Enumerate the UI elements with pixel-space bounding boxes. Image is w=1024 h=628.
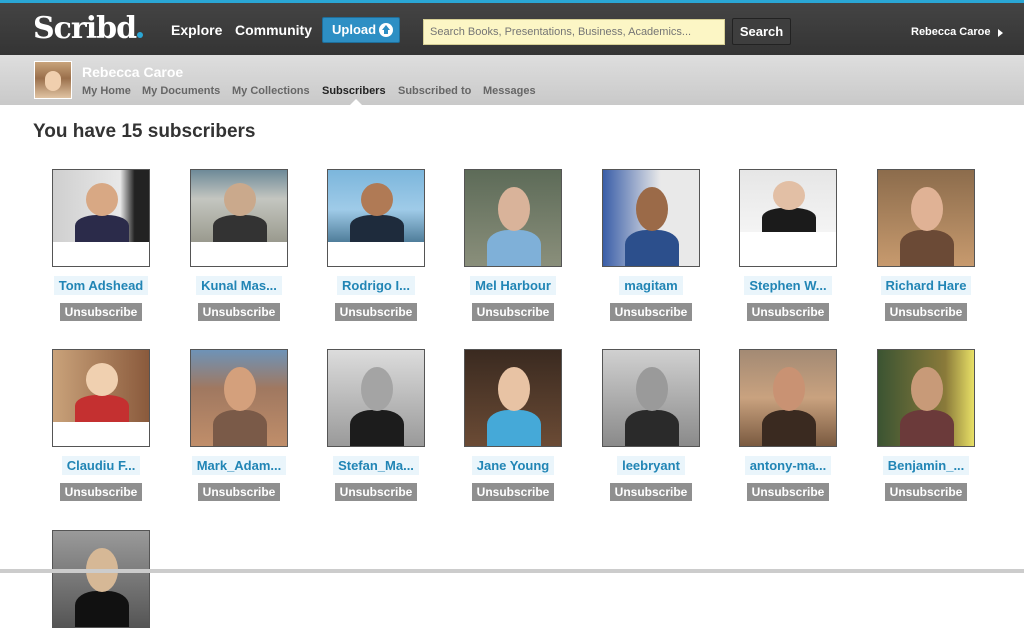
subscriber-name-wrap: magitam [584,276,718,295]
subscriber-name-wrap: antony-ma... [721,456,855,475]
unsubscribe-wrap: Unsubscribe [584,483,718,501]
subscriber-photo[interactable] [190,169,288,267]
subscriber-name-link[interactable]: Stephen W... [744,276,832,295]
profile-name[interactable]: Rebecca Caroe [82,64,183,80]
unsubscribe-wrap: Unsubscribe [721,303,855,321]
tab-my-home[interactable]: My Home [82,85,131,97]
unsubscribe-button[interactable]: Unsubscribe [59,303,143,321]
subscriber-name-link[interactable]: magitam [619,276,683,295]
unsubscribe-wrap: Unsubscribe [446,303,580,321]
unsubscribe-wrap: Unsubscribe [859,483,993,501]
subscriber-photo[interactable] [877,169,975,267]
unsubscribe-button[interactable]: Unsubscribe [197,303,281,321]
subscriber-name-link[interactable]: Jane Young [471,456,555,475]
unsubscribe-wrap: Unsubscribe [446,483,580,501]
subscriber-name-wrap: Claudiu F... [34,456,168,475]
subscriber-name-wrap: Stephen W... [721,276,855,295]
unsubscribe-wrap: Unsubscribe [34,483,168,501]
unsubscribe-button[interactable]: Unsubscribe [471,483,555,501]
subscriber-photo[interactable] [739,349,837,447]
subscriber-photo[interactable] [602,349,700,447]
page-bottom-edge [0,569,1024,573]
tab-my-collections[interactable]: My Collections [232,85,310,97]
user-menu[interactable]: Rebecca Caroe [911,26,991,38]
unsubscribe-wrap: Unsubscribe [34,303,168,321]
tab-my-documents[interactable]: My Documents [142,85,220,97]
unsubscribe-wrap: Unsubscribe [309,483,443,501]
subscriber-name-link[interactable]: Stefan_Ma... [333,456,419,475]
top-navigation-bar: Scribd Explore Community Upload Search R… [0,0,1024,55]
subscriber-name-wrap: Jane Young [446,456,580,475]
subscriber-name-link[interactable]: Benjamin_... [882,456,970,475]
subscriber-name-wrap: Richard Hare [859,276,993,295]
subscriber-name-link[interactable]: Mel Harbour [470,276,556,295]
subscriber-name-link[interactable]: antony-ma... [744,456,832,475]
subscriber-photo[interactable] [877,349,975,447]
subscriber-photo[interactable] [602,169,700,267]
upload-label: Upload [332,22,377,37]
avatar[interactable] [34,61,72,99]
unsubscribe-button[interactable]: Unsubscribe [746,303,830,321]
subscriber-name-wrap: Mel Harbour [446,276,580,295]
search-input[interactable] [423,19,725,45]
unsubscribe-button[interactable]: Unsubscribe [884,483,968,501]
unsubscribe-wrap: Unsubscribe [309,303,443,321]
unsubscribe-button[interactable]: Unsubscribe [746,483,830,501]
unsubscribe-button[interactable]: Unsubscribe [334,303,418,321]
chevron-right-icon[interactable] [998,29,1003,37]
subscriber-name-wrap: Kunal Mas... [172,276,306,295]
subscriber-name-link[interactable]: Rodrigo I... [337,276,415,295]
unsubscribe-wrap: Unsubscribe [584,303,718,321]
subscriber-name-link[interactable]: Tom Adshead [53,276,149,295]
subscriber-name-link[interactable]: Claudiu F... [61,456,141,475]
subscriber-name-wrap: leebryant [584,456,718,475]
subscriber-name-wrap: Stefan_Ma... [309,456,443,475]
unsubscribe-wrap: Unsubscribe [172,303,306,321]
tab-subscribers[interactable]: Subscribers [322,85,386,97]
subscriber-photo[interactable] [52,530,150,628]
search-button[interactable]: Search [732,18,791,45]
upload-button[interactable]: Upload [322,17,400,43]
unsubscribe-button[interactable]: Unsubscribe [334,483,418,501]
tab-messages[interactable]: Messages [483,85,536,97]
unsubscribe-button[interactable]: Unsubscribe [471,303,555,321]
profile-bar: Rebecca Caroe My Home My Documents My Co… [0,55,1024,105]
unsubscribe-wrap: Unsubscribe [172,483,306,501]
subscriber-name-wrap: Rodrigo I... [309,276,443,295]
scribd-logo[interactable]: Scribd [33,11,144,46]
subscriber-name-wrap: Benjamin_... [859,456,993,475]
upload-arrow-icon [379,23,393,37]
subscriber-photo[interactable] [739,169,837,267]
subscriber-name-link[interactable]: Richard Hare [880,276,972,295]
unsubscribe-wrap: Unsubscribe [721,483,855,501]
unsubscribe-button[interactable]: Unsubscribe [609,483,693,501]
subscriber-photo[interactable] [327,349,425,447]
unsubscribe-button[interactable]: Unsubscribe [609,303,693,321]
page-title: You have 15 subscribers [33,121,256,142]
unsubscribe-button[interactable]: Unsubscribe [59,483,143,501]
subscriber-name-link[interactable]: leebryant [617,456,685,475]
unsubscribe-button[interactable]: Unsubscribe [197,483,281,501]
subscriber-name-link[interactable]: Kunal Mas... [196,276,282,295]
tab-subscribed-to[interactable]: Subscribed to [398,85,471,97]
subscriber-photo[interactable] [464,349,562,447]
subscriber-photo[interactable] [190,349,288,447]
unsubscribe-wrap: Unsubscribe [859,303,993,321]
subscriber-name-wrap: Tom Adshead [34,276,168,295]
active-tab-indicator [350,99,362,105]
subscriber-photo[interactable] [52,349,150,447]
nav-explore[interactable]: Explore [171,22,222,38]
subscriber-photo[interactable] [52,169,150,267]
subscriber-name-link[interactable]: Mark_Adam... [191,456,287,475]
unsubscribe-button[interactable]: Unsubscribe [884,303,968,321]
subscriber-name-wrap: Mark_Adam... [172,456,306,475]
subscriber-photo[interactable] [464,169,562,267]
subscriber-photo[interactable] [327,169,425,267]
nav-community[interactable]: Community [235,22,312,38]
